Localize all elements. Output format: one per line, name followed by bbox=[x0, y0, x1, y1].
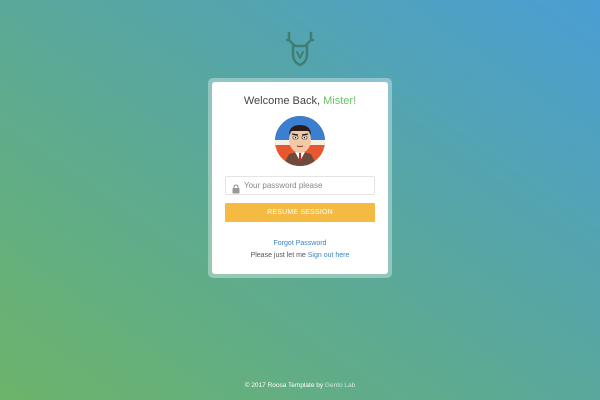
deer-logo-icon bbox=[284, 30, 316, 70]
password-input[interactable] bbox=[244, 178, 372, 193]
lock-screen-card: Welcome Back, Mister! RESUME SESSION For… bbox=[212, 82, 388, 274]
welcome-text: Welcome Back, bbox=[243, 95, 324, 107]
signout-line: Please just let me Sign out here bbox=[212, 252, 388, 259]
user-name: Mister! bbox=[323, 95, 357, 107]
resume-session-button[interactable]: RESUME SESSION bbox=[225, 203, 375, 222]
password-field[interactable] bbox=[225, 176, 375, 195]
forgot-password-link[interactable]: Forgot Password bbox=[212, 240, 388, 247]
footer: © 2017 Roosa Template by Gento Lab bbox=[0, 382, 600, 389]
footer-company-link[interactable]: Gento Lab bbox=[325, 382, 355, 389]
welcome-title: Welcome Back, Mister! bbox=[212, 95, 388, 107]
signout-prefix: Please just let me bbox=[250, 252, 308, 259]
avatar bbox=[275, 116, 325, 166]
footer-copyright: © 2017 Roosa Template by bbox=[244, 382, 325, 389]
sign-out-link[interactable]: Sign out here bbox=[308, 252, 350, 259]
lock-icon bbox=[232, 181, 240, 194]
